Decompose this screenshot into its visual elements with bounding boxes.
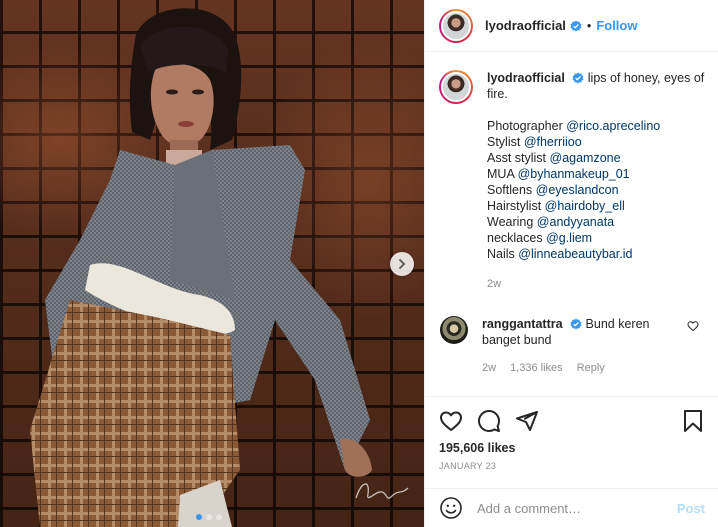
caption-credit-line: Nails @linneabeautybar.id	[487, 246, 705, 262]
credit-label: Stylist	[487, 135, 524, 149]
caption-credits: Photographer @rico.aprecelino Stylist @fh…	[487, 118, 705, 262]
caption-username[interactable]: lyodraofficial	[487, 71, 565, 85]
post-photo[interactable]	[0, 0, 424, 527]
carousel-dot	[206, 514, 212, 520]
caption-avatar[interactable]	[439, 70, 473, 104]
credit-mention-link[interactable]: @g.liem	[546, 231, 592, 245]
like-button[interactable]	[439, 409, 463, 433]
credit-label: Softlens	[487, 183, 536, 197]
carousel-dot	[216, 514, 222, 520]
comment-likes[interactable]: 1,336 likes	[510, 360, 563, 376]
credit-mention-link[interactable]: @linneabeautybar.id	[518, 247, 632, 261]
caption-credit-line: Softlens @eyeslandcon	[487, 182, 705, 198]
emoji-icon[interactable]	[439, 496, 463, 520]
paper-plane-icon	[516, 411, 538, 431]
comment-bubble-icon	[478, 410, 500, 432]
credit-mention-link[interactable]: @andyyanata	[537, 215, 614, 229]
credit-label: Nails	[487, 247, 519, 261]
caption: lyodraofficial lips of honey, eyes of fi…	[439, 70, 705, 292]
heart-icon	[440, 411, 462, 431]
caption-timestamp[interactable]: 2w	[487, 276, 705, 292]
next-slide-button[interactable]	[390, 252, 414, 276]
verified-badge-icon	[570, 318, 582, 330]
credit-mention-link[interactable]: @rico.aprecelino	[566, 119, 660, 133]
caption-credit-line: MUA @byhanmakeup_01	[487, 166, 705, 182]
reply-button[interactable]: Reply	[577, 360, 605, 376]
credit-label: Wearing	[487, 215, 537, 229]
comment-input[interactable]	[477, 500, 677, 516]
caption-credit-line: necklaces @g.liem	[487, 230, 705, 246]
credit-label: Photographer	[487, 119, 567, 133]
post-date[interactable]: JANUARY 23	[439, 461, 705, 471]
post-side-panel: lyodraofficial • Follow lyodraofficial l…	[424, 0, 718, 527]
likes-count[interactable]: 195,606 likes	[439, 441, 705, 455]
comment: ranggantattra Bund keren banget bund 2w …	[439, 316, 705, 376]
credit-label: Hairstylist	[487, 199, 545, 213]
credit-label: necklaces	[487, 231, 547, 245]
like-comment-heart-icon[interactable]	[687, 320, 699, 332]
add-comment-bar: Post	[425, 488, 718, 527]
caption-credit-line: Photographer @rico.aprecelino	[487, 118, 705, 134]
credit-label: Asst stylist	[487, 151, 550, 165]
save-button[interactable]	[681, 409, 705, 433]
caption-credit-line: Hairstylist @hairdoby_ell	[487, 198, 705, 214]
follow-button[interactable]: Follow	[596, 18, 637, 33]
caption-credit-line: Wearing @andyyanata	[487, 214, 705, 230]
credit-mention-link[interactable]: @byhanmakeup_01	[518, 167, 630, 181]
bookmark-icon	[684, 410, 702, 432]
author-avatar[interactable]	[439, 8, 473, 43]
author-username[interactable]: lyodraofficial	[485, 18, 566, 33]
commenter-username[interactable]: ranggantattra	[482, 317, 563, 331]
comment-button[interactable]	[477, 409, 501, 433]
commenter-avatar[interactable]	[440, 316, 468, 344]
credit-mention-link[interactable]: @agamzone	[550, 151, 621, 165]
model-figure	[30, 8, 372, 527]
post-header: lyodraofficial • Follow	[425, 0, 718, 52]
chevron-right-icon	[399, 259, 406, 269]
verified-badge-icon	[570, 20, 582, 31]
credit-label: MUA	[487, 167, 518, 181]
post-comment-button[interactable]: Post	[677, 501, 705, 516]
comment-timestamp[interactable]: 2w	[482, 360, 496, 376]
verified-badge-icon	[572, 72, 584, 84]
credit-mention-link[interactable]: @fherriioo	[524, 135, 582, 149]
carousel-indicator	[196, 514, 222, 520]
post-actions: 195,606 likes JANUARY 23	[425, 396, 718, 488]
share-button[interactable]	[515, 409, 539, 433]
photographer-signature	[355, 483, 409, 499]
comments-section: lyodraofficial lips of honey, eyes of fi…	[425, 52, 718, 396]
credit-mention-link[interactable]: @eyeslandcon	[536, 183, 619, 197]
header-separator: •	[586, 18, 592, 33]
caption-credit-line: Asst stylist @agamzone	[487, 150, 705, 166]
carousel-dot	[196, 514, 202, 520]
caption-credit-line: Stylist @fherriioo	[487, 134, 705, 150]
credit-mention-link[interactable]: @hairdoby_ell	[545, 199, 625, 213]
